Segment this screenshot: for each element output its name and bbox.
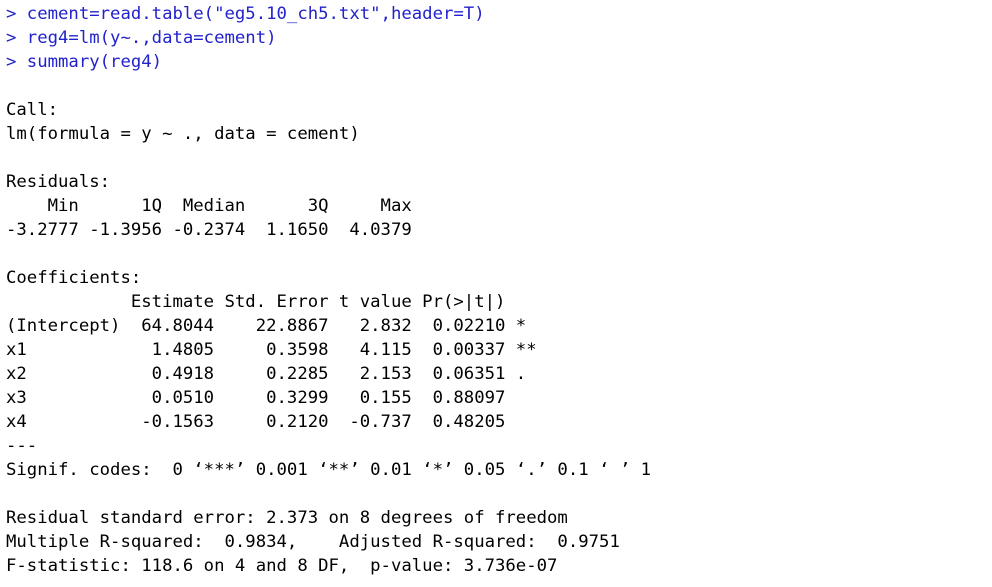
coefficients-label: Coefficients:: [6, 268, 142, 288]
console-command-line-3: > summary(reg4): [6, 52, 163, 72]
r-console-output-area[interactable]: > cement=read.table("eg5.10_ch5.txt",hea…: [0, 0, 992, 587]
residual-standard-error-line: Residual standard error: 2.373 on 8 degr…: [6, 508, 568, 528]
call-label: Call:: [6, 100, 59, 120]
coefficients-row-x2: x2 0.4918 0.2285 2.153 0.06351 .: [6, 364, 537, 384]
blank-line-4: [6, 482, 992, 506]
residuals-label: Residuals:: [6, 172, 111, 192]
call-formula: lm(formula = y ~ ., data = cement): [6, 124, 360, 144]
coefficients-row-x1: x1 1.4805 0.3598 4.115 0.00337 **: [6, 340, 537, 360]
r-squared-line: Multiple R-squared: 0.9834, Adjusted R-s…: [6, 532, 631, 552]
signif-codes-line: Signif. codes: 0 ‘***’ 0.001 ‘**’ 0.01 ‘…: [6, 460, 652, 480]
blank-line-1: [6, 74, 992, 98]
console-command-line-1: > cement=read.table("eg5.10_ch5.txt",hea…: [6, 4, 485, 24]
console-command-line-2: > reg4=lm(y~.,data=cement): [6, 28, 277, 48]
blank-line-3: [6, 242, 992, 266]
separator-line: ---: [6, 436, 38, 456]
f-statistic-line: F-statistic: 118.6 on 4 and 8 DF, p-valu…: [6, 556, 558, 576]
residuals-header-row: Min 1Q Median 3Q Max: [6, 196, 423, 216]
coefficients-header-row: Estimate Std. Error t value Pr(>|t|): [6, 292, 537, 312]
coefficients-row-intercept: (Intercept) 64.8044 22.8867 2.832 0.0221…: [6, 316, 537, 336]
coefficients-row-x3: x3 0.0510 0.3299 0.155 0.88097: [6, 388, 537, 408]
blank-line-2: [6, 146, 992, 170]
coefficients-row-x4: x4 -0.1563 0.2120 -0.737 0.48205: [6, 412, 537, 432]
residuals-values-row: -3.2777 -1.3956 -0.2374 1.1650 4.0379: [6, 220, 423, 240]
